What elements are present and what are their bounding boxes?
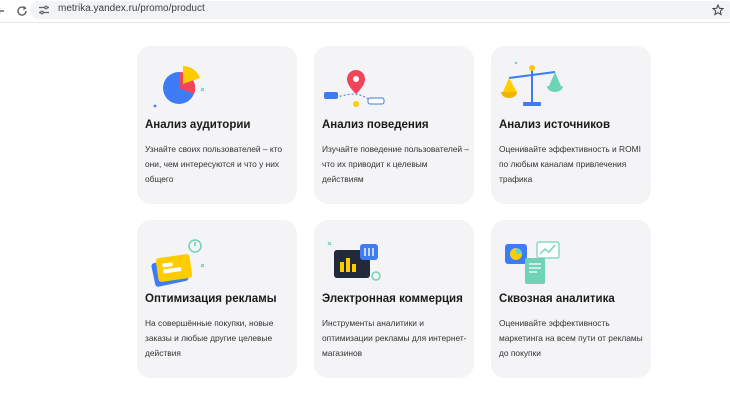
card-title: Анализ поведения	[322, 119, 429, 131]
reload-icon[interactable]	[14, 3, 30, 19]
analytics-report-icon	[505, 241, 560, 284]
back-arrow-icon[interactable]	[0, 3, 10, 19]
card-description: На совершённые покупки, новые заказы и л…	[145, 318, 274, 358]
ad-timer-icon	[151, 239, 205, 287]
card-title: Анализ аудитории	[145, 119, 251, 131]
card-title: Анализ источников	[499, 119, 611, 131]
card-source-analysis[interactable]: Анализ источников Оценивайте эффективнос…	[491, 46, 651, 204]
browser-toolbar: metrika.yandex.ru/promo/product	[0, 0, 730, 23]
card-behavior-analysis[interactable]: Анализ поведения Изучайте поведение поль…	[314, 46, 474, 204]
card-description: Инструменты аналитики и оптимизации рекл…	[322, 318, 467, 358]
card-description: Оценивайте эффективность и ROMI по любым…	[499, 144, 641, 184]
card-description: Оценивайте эффективность маркетинга на в…	[499, 318, 643, 358]
card-ad-optimization[interactable]: Оптимизация рекламы На совершённые покуп…	[137, 220, 297, 378]
card-ecommerce[interactable]: Электронная коммерция Инструменты аналит…	[314, 220, 474, 378]
card-description: Изучайте поведение пользователей – что и…	[322, 144, 470, 184]
scales-icon	[501, 61, 563, 106]
map-pin-path-icon	[323, 70, 385, 107]
bookmark-star-icon[interactable]	[712, 4, 724, 16]
pie-chart-icon	[153, 65, 205, 108]
card-title: Оптимизация рекламы	[145, 293, 277, 305]
card-audience-analysis[interactable]: Анализ аудитории Узнайте своих пользоват…	[137, 46, 297, 204]
card-title: Сквозная аналитика	[499, 293, 615, 305]
card-description: Узнайте своих пользователей – кто они, ч…	[145, 144, 283, 184]
address-bar[interactable]: metrika.yandex.ru/promo/product	[30, 1, 730, 19]
card-title: Электронная коммерция	[322, 293, 463, 305]
site-settings-icon[interactable]	[38, 4, 50, 16]
dashboard-icon	[327, 241, 381, 281]
url-text: metrika.yandex.ru/promo/product	[58, 3, 205, 14]
card-end-to-end-analytics[interactable]: Сквозная аналитика Оценивайте эффективно…	[491, 220, 651, 378]
